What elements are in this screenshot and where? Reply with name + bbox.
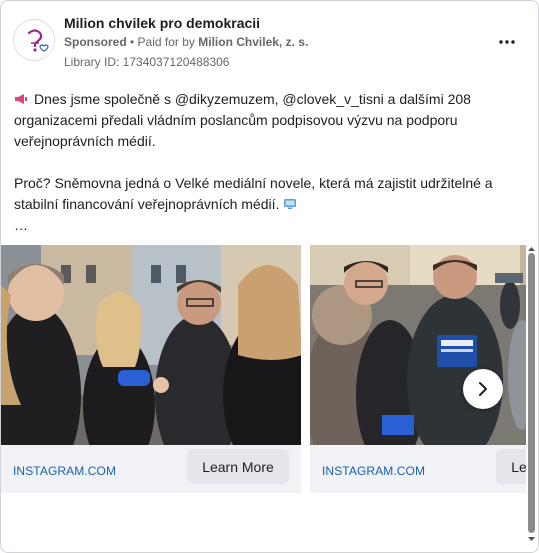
slide-2-image <box>310 245 526 445</box>
sponsored-meta: Sponsored • Paid for by Milion Chvilek, … <box>64 35 308 49</box>
paid-for-label: Paid for by <box>137 35 199 49</box>
learn-more-button-2[interactable]: Learn More <box>496 449 526 484</box>
page-avatar[interactable] <box>13 19 55 61</box>
library-id: Library ID: 1734037120488306 <box>64 55 230 69</box>
payer-name: Milion Chvilek, z. s. <box>198 35 309 49</box>
meta-separator: • <box>126 35 138 49</box>
post-paragraph-2: Proč? Sněmovna jedná o Velké mediální no… <box>14 173 514 215</box>
slide-1-image <box>1 245 301 445</box>
carousel-next-button[interactable] <box>463 369 503 409</box>
milion-chvilek-logo-icon <box>16 22 54 60</box>
post-ellipsis[interactable]: … <box>14 215 514 236</box>
scroll-up-arrow-icon[interactable] <box>527 245 536 253</box>
more-horizontal-icon <box>499 40 515 44</box>
slide-1-footer[interactable]: INSTAGRAM.COM Learn More <box>1 445 301 493</box>
carousel-slide-1[interactable]: INSTAGRAM.COM Learn More <box>1 245 301 493</box>
sponsored-label: Sponsored <box>64 35 127 49</box>
page-name[interactable]: Milion chvilek pro demokracii <box>64 15 260 31</box>
slide-2-footer[interactable]: INSTAGRAM.COM Learn More <box>310 445 526 493</box>
more-options-button[interactable] <box>493 31 521 53</box>
post-paragraph-2-text: Proč? Sněmovna jedná o Velké mediální no… <box>14 175 493 212</box>
vertical-scrollbar[interactable] <box>526 245 537 545</box>
slide-1-photo[interactable] <box>1 245 301 445</box>
post-paragraph-1: Dnes jsme společně s @dikyzemuzem, @clov… <box>14 89 514 152</box>
megaphone-icon <box>15 94 27 104</box>
television-icon <box>284 199 297 209</box>
sponsored-post-card: Milion chvilek pro demokracii Sponsored … <box>0 0 539 553</box>
chevron-right-icon <box>479 382 487 396</box>
post-body: Dnes jsme společně s @dikyzemuzem, @clov… <box>14 89 514 236</box>
image-carousel: INSTAGRAM.COM Learn More INSTAGRAM.COM L… <box>1 245 526 493</box>
scrollbar-thumb[interactable] <box>528 253 535 533</box>
scroll-down-arrow-icon[interactable] <box>527 535 536 543</box>
slide-2-photo[interactable] <box>310 245 526 445</box>
carousel-slide-2[interactable]: INSTAGRAM.COM Learn More <box>310 245 526 493</box>
slide-2-domain[interactable]: INSTAGRAM.COM <box>322 464 425 478</box>
slide-1-domain[interactable]: INSTAGRAM.COM <box>13 464 116 478</box>
learn-more-button[interactable]: Learn More <box>187 449 289 484</box>
post-paragraph-1-text: Dnes jsme společně s @dikyzemuzem, @clov… <box>14 91 471 149</box>
